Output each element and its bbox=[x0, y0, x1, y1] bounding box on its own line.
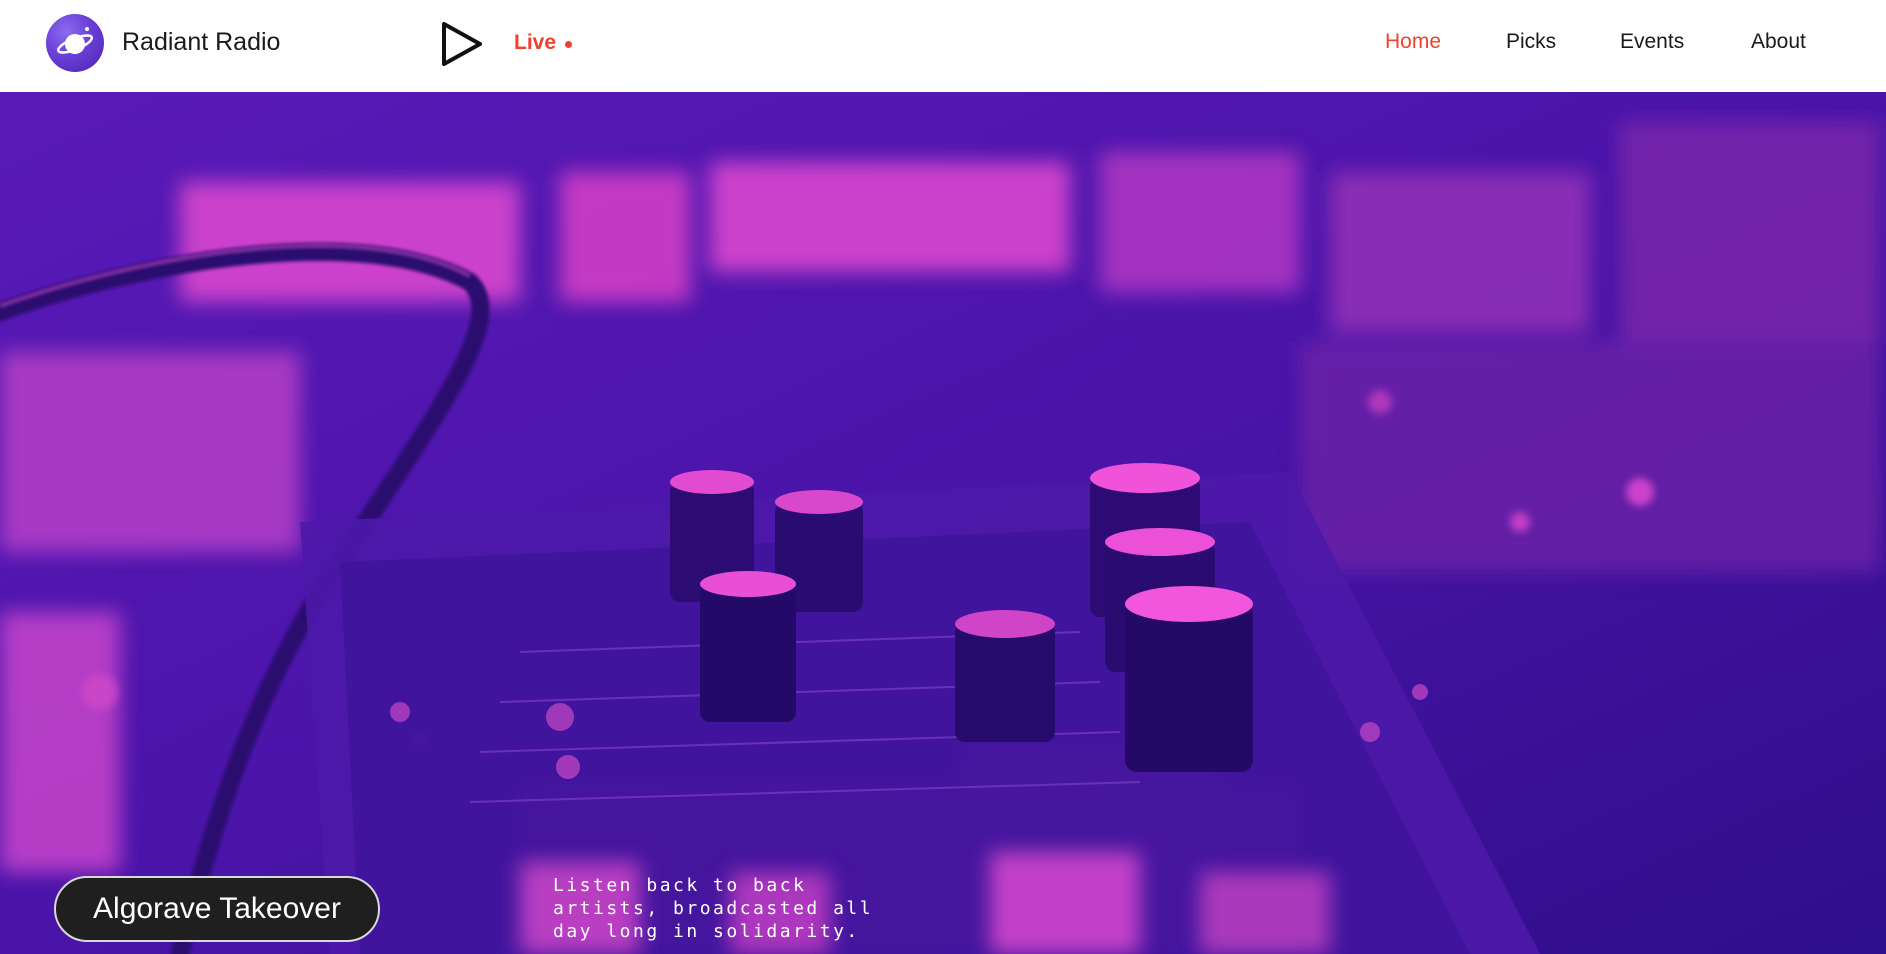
play-icon[interactable] bbox=[438, 20, 484, 68]
nav-home[interactable]: Home bbox=[1385, 30, 1441, 54]
nav-picks[interactable]: Picks bbox=[1506, 30, 1556, 54]
top-navigation-bar: Radiant Radio Live Home Picks Events Abo… bbox=[0, 0, 1886, 92]
hero-background-image bbox=[0, 92, 1886, 954]
show-description: Listen back to back artists, broadcasted… bbox=[553, 875, 874, 942]
show-title-button[interactable]: Algorave Takeover bbox=[54, 876, 380, 942]
live-indicator-dot bbox=[565, 41, 572, 48]
hero-banner: Algorave Takeover Listen back to back ar… bbox=[0, 92, 1886, 954]
live-label[interactable]: Live bbox=[514, 31, 556, 55]
nav-about[interactable]: About bbox=[1751, 30, 1806, 54]
brand-name[interactable]: Radiant Radio bbox=[122, 28, 280, 57]
planet-icon[interactable] bbox=[46, 14, 104, 72]
nav-events[interactable]: Events bbox=[1620, 30, 1684, 54]
